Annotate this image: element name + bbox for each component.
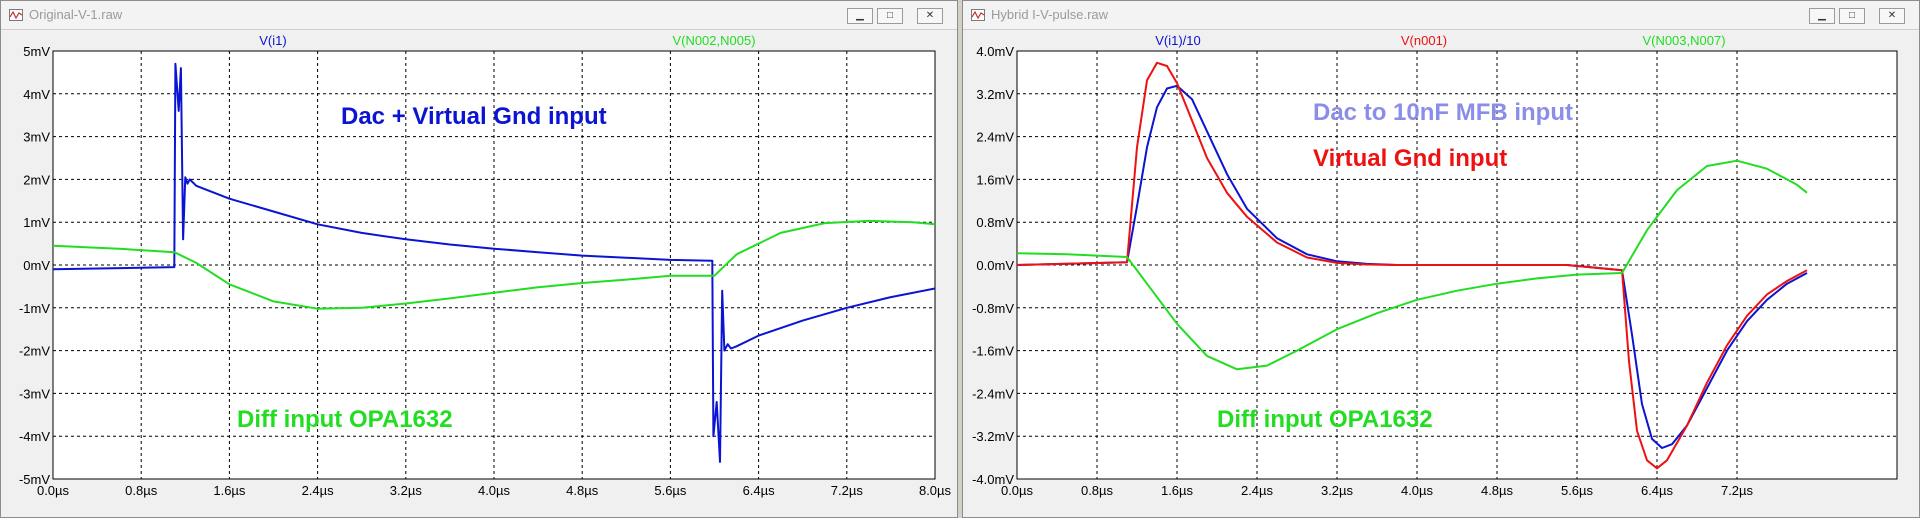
waveform-plot[interactable]: 0.0µs 0.8µs 1.6µs 2.4µs 3.2µs 4.0µs 4.8µs 5.6µs… [963, 29, 1919, 517]
close-button[interactable]: ✕ [1879, 8, 1905, 24]
x-tick-label: 0.8µs [1081, 483, 1114, 498]
y-tick-label: 3mV [23, 130, 50, 145]
y-tick-label: -0.8mV [972, 301, 1014, 316]
waveform-window-hybrid[interactable]: Hybrid I-V-pulse.raw ▁ □ ✕ 0.0µs 0.8µs 1.6… [962, 0, 1920, 518]
x-tick-label: 7.2µs [1721, 483, 1754, 498]
maximize-button[interactable]: □ [1839, 8, 1865, 24]
plot-annotation: Dac to 10nF MFB input [1313, 99, 1573, 126]
y-tick-label: 0mV [23, 258, 50, 273]
plot-annotation: Diff input OPA1632 [237, 406, 453, 433]
y-tick-label: 2.4mV [976, 130, 1014, 145]
maximize-button[interactable]: □ [877, 8, 903, 24]
x-tick-label: 6.4µs [743, 483, 776, 498]
x-tick-label: 2.4µs [1241, 483, 1274, 498]
x-tick-label: 8.0µs [919, 483, 952, 498]
trace-label: V(i1) [259, 33, 286, 48]
y-tick-label: -2mV [19, 344, 50, 359]
y-tick-label: -1.6mV [972, 344, 1014, 359]
y-tick-label: 1mV [23, 215, 50, 230]
y-tick-label: 3.2mV [976, 87, 1014, 102]
waveform-plot[interactable]: 0.0µs 0.8µs 1.6µs 2.4µs 3.2µs 4.0µs 4.8µs 5.6µs… [1, 29, 957, 517]
x-tick-label: 7.2µs [831, 483, 864, 498]
y-tick-label: -5mV [19, 472, 50, 487]
y-tick-label: 1.6mV [976, 172, 1014, 187]
y-tick-label: -1mV [19, 301, 50, 316]
trace-label: V(n001) [1401, 33, 1447, 48]
y-tick-label: 2mV [23, 172, 50, 187]
minimize-button[interactable]: ▁ [847, 8, 873, 24]
ltspice-waveform-icon [9, 9, 23, 21]
y-tick-label: 0.8mV [976, 215, 1014, 230]
plot-annotation: Virtual Gnd input [1313, 145, 1507, 172]
x-tick-label: 3.2µs [390, 483, 423, 498]
y-tick-label: -3mV [19, 386, 50, 401]
title-bar[interactable]: Hybrid I-V-pulse.raw ▁ □ ✕ [963, 1, 1919, 30]
plot-annotation: Dac + Virtual Gnd input [341, 103, 607, 130]
x-tick-label: 3.2µs [1321, 483, 1354, 498]
y-tick-label: -4mV [19, 429, 50, 444]
y-tick-label: 4.0mV [976, 44, 1014, 59]
window-title: Original-V-1.raw [29, 7, 123, 22]
x-tick-label: 6.4µs [1641, 483, 1674, 498]
close-button[interactable]: ✕ [917, 8, 943, 24]
trace-label: V(i1)/10 [1155, 33, 1201, 48]
y-tick-label: 0.0mV [976, 258, 1014, 273]
title-bar[interactable]: Original-V-1.raw ▁ □ ✕ [1, 1, 957, 30]
x-tick-label: 4.8µs [566, 483, 599, 498]
trace-label: V(N002,N005) [672, 33, 755, 48]
x-tick-label: 5.6µs [654, 483, 687, 498]
x-tick-label: 4.8µs [1481, 483, 1514, 498]
ltspice-waveform-icon [971, 9, 985, 21]
trace-label: V(N003,N007) [1642, 33, 1725, 48]
x-tick-label: 2.4µs [302, 483, 335, 498]
x-tick-label: 1.6µs [1161, 483, 1194, 498]
y-tick-label: 4mV [23, 87, 50, 102]
x-tick-label: 5.6µs [1561, 483, 1594, 498]
x-tick-label: 1.6µs [213, 483, 246, 498]
waveform-window-original[interactable]: Original-V-1.raw ▁ □ ✕ 0.0µs 0.8µs 1.6µs 2.… [0, 0, 958, 518]
y-tick-label: 5mV [23, 44, 50, 59]
minimize-button[interactable]: ▁ [1809, 8, 1835, 24]
window-title: Hybrid I-V-pulse.raw [991, 7, 1109, 22]
x-tick-label: 4.0µs [1401, 483, 1434, 498]
y-tick-label: -2.4mV [972, 386, 1014, 401]
y-tick-label: -3.2mV [972, 429, 1014, 444]
plot-annotation: Diff input OPA1632 [1217, 406, 1433, 433]
y-tick-label: -4.0mV [972, 472, 1014, 487]
x-tick-label: 0.8µs [125, 483, 158, 498]
x-tick-label: 4.0µs [478, 483, 511, 498]
